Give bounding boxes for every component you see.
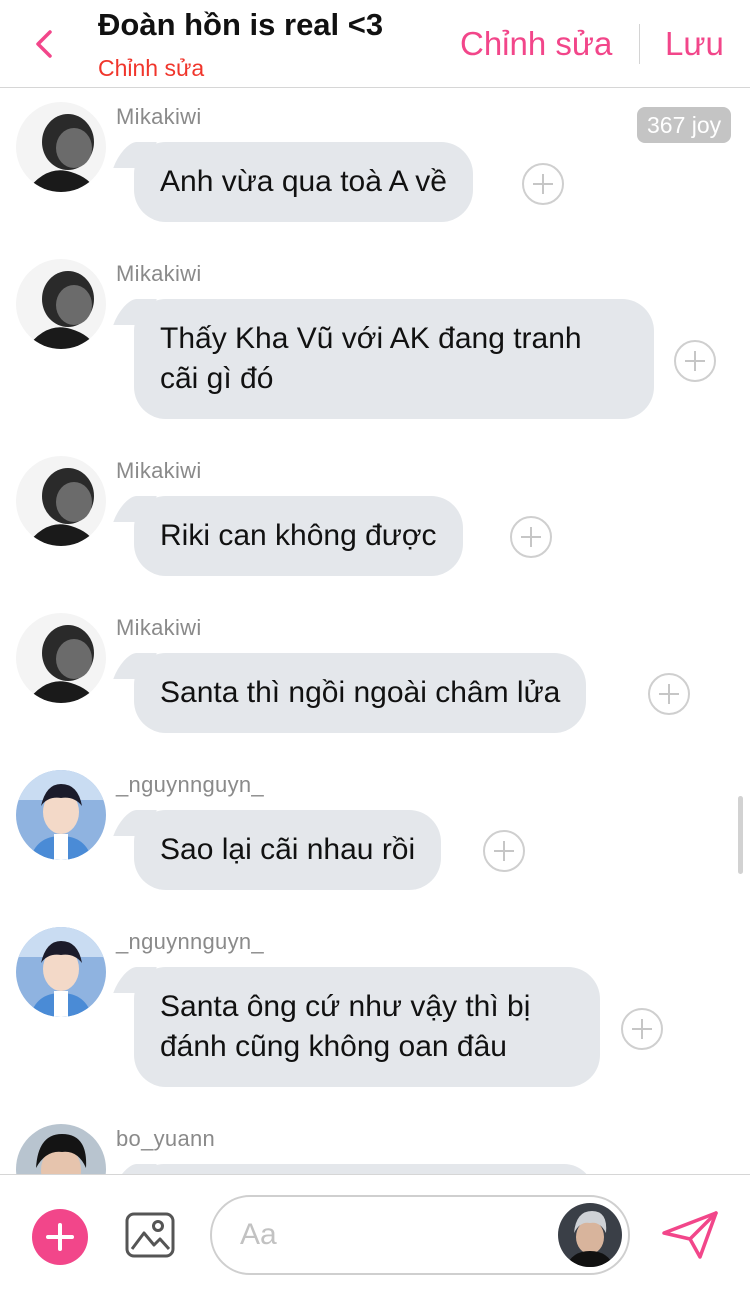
avatar[interactable] [16, 613, 106, 703]
add-reaction-button[interactable] [674, 340, 716, 382]
chat-header: Đoàn hồn is real <3 Chỉnh sửa Chỉnh sửa … [0, 0, 750, 88]
message-bubble[interactable]: Thấy Kha Vũ với AK đang tranh cãi gì đó [134, 299, 654, 419]
sender-name: Mikakiwi [116, 104, 202, 129]
message-text: Riki can không được [160, 519, 437, 552]
message-list[interactable]: Mikakiwi Anh vừa qua toà A về Mikakiwi T… [0, 88, 750, 1174]
chat-subtitle[interactable]: Chỉnh sửa [98, 55, 204, 82]
avatar[interactable] [16, 770, 106, 860]
message-bubble[interactable]: Santa ông cứ như vậy thì bị đánh cũng kh… [134, 967, 600, 1087]
message-bubble[interactable]: Anh vừa qua toà A về [134, 142, 473, 222]
message-text: Anh vừa qua toà A về [160, 165, 447, 198]
scrollbar[interactable] [738, 796, 743, 874]
message-text: Thấy Kha Vũ với AK đang tranh cãi gì đó [160, 322, 582, 395]
sender-name: Mikakiwi [116, 615, 202, 640]
add-reaction-button[interactable] [483, 830, 525, 872]
avatar-photo-boy [16, 927, 106, 1017]
sender-name: _nguynnguyn_ [116, 929, 264, 954]
avatar-photo-bw [16, 456, 106, 546]
chat-title: Đoàn hồn is real <3 [98, 7, 384, 42]
sender-name: Mikakiwi [116, 458, 202, 483]
avatar[interactable] [16, 102, 106, 192]
message-bubble[interactable] [134, 1164, 594, 1174]
send-icon [662, 1211, 718, 1259]
sender-name: Mikakiwi [116, 261, 202, 286]
message-text: Sao lại cãi nhau rồi [160, 833, 416, 866]
back-button[interactable] [26, 22, 66, 66]
send-button[interactable] [660, 1209, 720, 1261]
sender-name: bo_yuann [116, 1126, 216, 1151]
message-bubble[interactable]: Riki can không được [134, 496, 463, 576]
header-divider [639, 24, 640, 64]
character-avatar[interactable] [558, 1203, 622, 1267]
message-input[interactable] [240, 1215, 540, 1255]
avatar-photo-dark [558, 1203, 622, 1267]
message-text: Santa thì ngồi ngoài châm lửa [160, 676, 561, 709]
message-text: Santa ông cứ như vậy thì bị đánh cũng kh… [160, 990, 531, 1063]
avatar-photo-boy-dark [16, 1124, 106, 1174]
avatar-photo-boy [16, 770, 106, 860]
avatar[interactable] [16, 1124, 106, 1174]
composer-bar [0, 1174, 750, 1294]
message-input-wrapper [210, 1195, 630, 1275]
chevron-left-icon [36, 30, 52, 58]
image-icon [125, 1212, 175, 1258]
joy-badge: 367 joy [637, 107, 732, 143]
add-reaction-button[interactable] [522, 163, 564, 205]
sender-name: _nguynnguyn_ [116, 772, 264, 797]
save-button[interactable]: Lưu [665, 25, 724, 63]
avatar[interactable] [16, 259, 106, 349]
avatar-photo-bw [16, 102, 106, 192]
plus-circle-icon[interactable] [32, 1209, 88, 1265]
message-bubble[interactable]: Santa thì ngồi ngoài châm lửa [134, 653, 587, 733]
add-reaction-button[interactable] [621, 1008, 663, 1050]
image-button[interactable] [124, 1209, 176, 1261]
avatar[interactable] [16, 927, 106, 1017]
add-reaction-button[interactable] [648, 673, 690, 715]
message-bubble[interactable]: Sao lại cãi nhau rồi [134, 810, 442, 890]
avatar-photo-bw [16, 613, 106, 703]
add-reaction-button[interactable] [510, 516, 552, 558]
avatar[interactable] [16, 456, 106, 546]
edit-button[interactable]: Chỉnh sửa [460, 25, 612, 63]
avatar-photo-bw [16, 259, 106, 349]
